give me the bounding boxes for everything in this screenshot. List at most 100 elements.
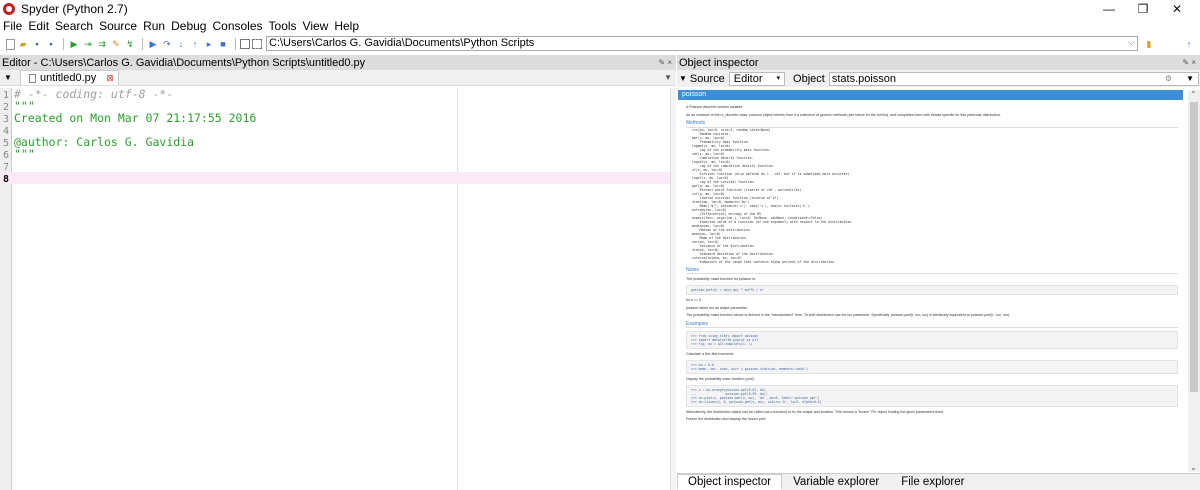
run-cell-advance-icon[interactable]: ⇉ (96, 38, 108, 50)
run-cell-icon[interactable]: ⇥ (82, 38, 94, 50)
tab-list-chevron-icon[interactable]: ▼ (4, 73, 16, 82)
menu-edit[interactable]: Edit (28, 19, 49, 33)
undock-pane-icon[interactable]: ✎ × (658, 58, 672, 67)
line-text (12, 171, 14, 185)
run-icon[interactable]: ▶ (68, 38, 80, 50)
close-window-button[interactable]: ✕ (1154, 0, 1200, 18)
code-line[interactable]: 7 (0, 160, 670, 173)
window-title: Spyder (Python 2.7) (21, 2, 128, 16)
menu-consoles[interactable]: Consoles (212, 19, 262, 33)
notes-text: The probability mass function above is d… (686, 313, 1011, 318)
example-text: Alternatively, the distribution object c… (686, 409, 944, 414)
fullscreen-icon[interactable] (252, 39, 262, 49)
toolbar-separator (142, 38, 143, 50)
working-directory-input[interactable]: C:\Users\Carlos G. Gavidia\Documents\Pyt… (266, 36, 1138, 51)
documentation-view[interactable]: poisson A Poisson discrete random variab… (677, 90, 1187, 472)
line-text: """ (14, 147, 35, 161)
step-into-icon[interactable]: ↓ (175, 38, 187, 50)
run-config-icon[interactable]: ✎ (110, 38, 122, 50)
stop-debug-icon[interactable]: ■ (217, 38, 229, 50)
menu-help[interactable]: Help (334, 19, 359, 33)
methods-list: rvs(mu, loc=0, size=1, random_state=None… (692, 127, 854, 264)
menu-tools[interactable]: Tools (269, 19, 297, 33)
line-text: @author: Carlos G. Gavidia (14, 135, 195, 149)
menu-source[interactable]: Source (99, 19, 137, 33)
scrollbar-thumb[interactable] (1190, 102, 1198, 392)
scroll-down-icon[interactable]: ⌄ (1190, 463, 1197, 472)
editor-pane: Editor - C:\Users\Carlos G. Gavidia\Docu… (0, 55, 676, 490)
notes-heading: Notes (686, 267, 1178, 275)
source-options-chevron-icon[interactable]: ▼ (679, 74, 687, 83)
line-text: Created on Mon Mar 07 21:17:55 2016 (14, 111, 257, 125)
menu-debug[interactable]: Debug (171, 19, 206, 33)
lock-icon[interactable]: ⚙ (1165, 74, 1172, 83)
inspector-pane-title: Object inspector (679, 56, 759, 69)
example-code: >>> x = np.arange(poisson.ppf(0.01, mu),… (686, 384, 1178, 407)
pane-tab-bar: Object inspector Variable explorer File … (677, 473, 1200, 490)
open-file-icon[interactable]: ▰ (17, 38, 29, 50)
line-number: 8 (2, 174, 10, 185)
new-file-icon[interactable] (6, 38, 15, 50)
close-tab-icon[interactable]: ⊠ (106, 73, 114, 84)
object-label: Object (793, 72, 825, 85)
example-text: Display the probability mass function (p… (686, 376, 755, 381)
notes-text: The probability mass function for poisso… (686, 277, 756, 282)
undock-pane-icon[interactable]: ✎ × (1182, 58, 1196, 67)
tab-object-inspector[interactable]: Object inspector (677, 474, 783, 490)
example-text: Freeze the distribution and display the … (686, 417, 766, 422)
doc-intro: A Poisson discrete random variable. (686, 105, 744, 109)
source-select[interactable]: Editor ▾ (728, 71, 786, 86)
menu-view[interactable]: View (303, 19, 329, 33)
doc-intro-detail: As an instance of the rv_discrete class,… (686, 112, 1002, 117)
source-select-value: Editor (733, 72, 763, 85)
continue-icon[interactable]: ▸ (203, 38, 215, 50)
chevron-down-icon[interactable]: ⌵ (1128, 37, 1135, 48)
notes-text: for k >= 0. (686, 297, 703, 302)
save-all-icon[interactable]: ▪ (45, 38, 57, 50)
tab-variable-explorer[interactable]: Variable explorer (782, 474, 890, 490)
doc-title: poisson (678, 90, 1183, 100)
object-inspector-pane: Object inspector ✎ × ▼ Source Editor ▾ Ob… (677, 55, 1200, 490)
parent-directory-icon[interactable]: ↑ (1183, 38, 1195, 50)
code-line[interactable]: 1 # -*- coding: utf-8 -*- (0, 87, 670, 101)
step-return-icon[interactable]: ↑ (189, 38, 201, 50)
doc-body: A Poisson discrete random variable. As a… (677, 100, 1187, 427)
tab-file-explorer[interactable]: File explorer (890, 474, 975, 490)
options-chevron-icon[interactable]: ▼ (1186, 74, 1194, 83)
tab-untitled0[interactable]: untitled0.py ⊠ (20, 70, 119, 85)
editor-pane-header: Editor - C:\Users\Carlos G. Gavidia\Docu… (0, 55, 676, 70)
scroll-up-icon[interactable]: ⌃ (1190, 90, 1197, 99)
inspector-toolbar: ▼ Source Editor ▾ Object stats.poisson ⚙ … (677, 70, 1200, 87)
maximize-pane-icon[interactable] (240, 39, 250, 49)
editor-scrollbar[interactable] (670, 88, 676, 490)
inspector-pane-header: Object inspector ✎ × (677, 55, 1200, 70)
current-code-line[interactable]: 8 (0, 171, 670, 185)
options-chevron-icon[interactable]: ▼ (664, 73, 672, 82)
save-icon[interactable]: ▪ (31, 38, 43, 50)
methods-heading: Methods (686, 121, 1178, 128)
source-label: Source (689, 72, 725, 85)
code-line[interactable]: 6 """ (0, 147, 670, 161)
menu-bar: File Edit Search Source Run Debug Consol… (0, 18, 1200, 34)
browse-folder-icon[interactable]: ▮ (1143, 38, 1155, 50)
debug-icon[interactable]: ▶ (147, 38, 159, 50)
line-text: # -*- coding: utf-8 -*- (14, 87, 174, 101)
spyder-logo-icon (3, 3, 15, 15)
menu-file[interactable]: File (3, 19, 22, 33)
code-line[interactable]: 3 Created on Mon Mar 07 21:17:55 2016 (0, 111, 670, 125)
editor-pane-title: Editor - C:\Users\Carlos G. Gavidia\Docu… (2, 56, 366, 69)
tab-label: untitled0.py (40, 72, 97, 84)
main-toolbar: ▰ ▪ ▪ ▶ ⇥ ⇉ ✎ ↯ ▶ ↷ ↓ ↑ ▸ ■ ✂ ≡ ← → C:\U… (0, 35, 1200, 53)
title-bar: Spyder (Python 2.7) — ❐ ✕ (0, 0, 1200, 18)
code-line[interactable]: 5 @author: Carlos G. Gavidia (0, 135, 670, 149)
code-editor[interactable]: 1 # -*- coding: utf-8 -*- 2 """ 3 Created o… (0, 88, 676, 490)
menu-run[interactable]: Run (143, 19, 165, 33)
chevron-down-icon: ▾ (776, 74, 781, 82)
menu-search[interactable]: Search (55, 19, 93, 33)
step-icon[interactable]: ↷ (161, 38, 173, 50)
doc-scrollbar[interactable]: ⌃ ⌄ (1188, 90, 1200, 472)
object-input[interactable]: stats.poisson (828, 71, 1199, 86)
run-selection-icon[interactable]: ↯ (124, 38, 136, 50)
example-code: >>> from scipy.stats import poisson >>> … (686, 331, 1178, 350)
example-text: Calculate a few first moments: (686, 352, 735, 357)
